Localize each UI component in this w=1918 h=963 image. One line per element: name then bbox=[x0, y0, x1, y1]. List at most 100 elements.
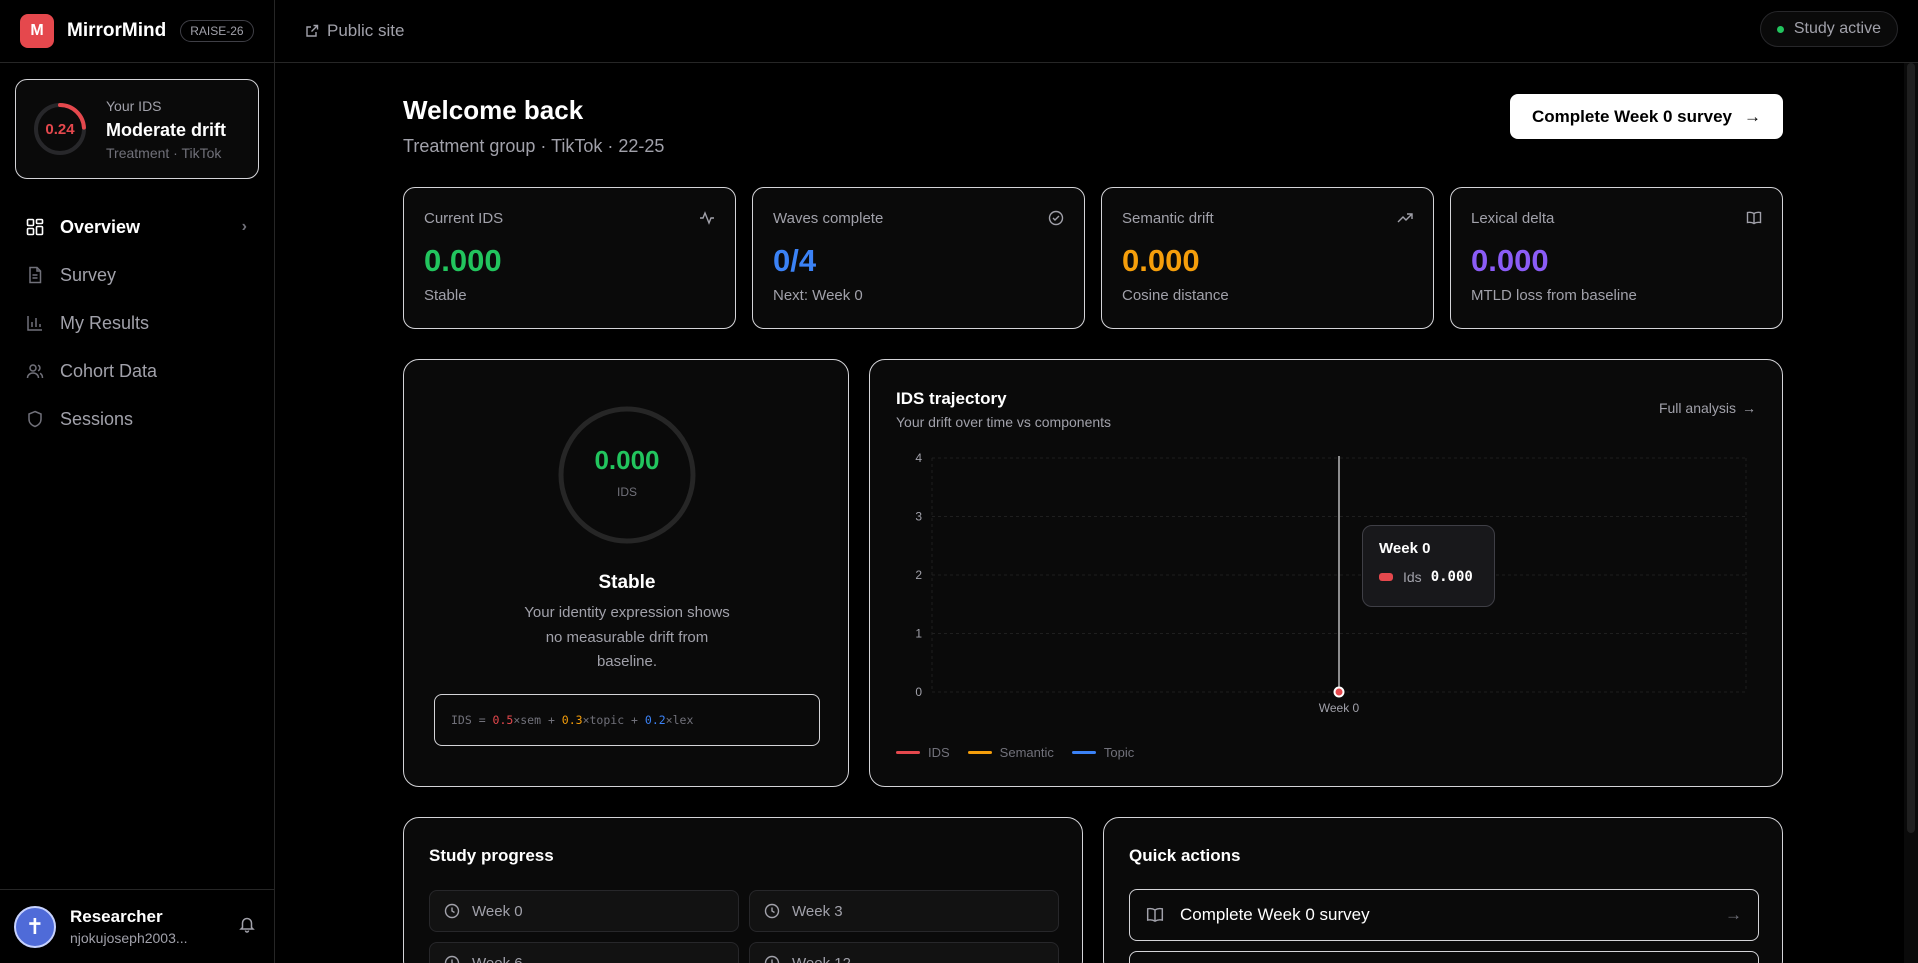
quick-action-complete-survey[interactable]: Complete Week 0 survey → bbox=[1129, 889, 1759, 941]
ids-ring-value: 0.24 bbox=[45, 120, 75, 138]
formula-weight-lex: 0.2 bbox=[644, 713, 666, 727]
ids-summary-card[interactable]: 0.24 Your IDS Moderate drift Treatment ·… bbox=[15, 79, 259, 179]
stat-label: Lexical delta bbox=[1471, 210, 1555, 227]
brand-logo[interactable]: M bbox=[20, 14, 54, 48]
stat-label: Current IDS bbox=[424, 210, 504, 227]
public-site-link[interactable]: Public site bbox=[305, 21, 404, 41]
week-item[interactable]: Week 3 bbox=[749, 890, 1059, 932]
sidebar-item-sessions[interactable]: Sessions bbox=[15, 395, 259, 443]
legend-swatch bbox=[896, 751, 920, 754]
users-icon bbox=[25, 361, 45, 381]
brand-name[interactable]: MirrorMind bbox=[67, 20, 166, 42]
sidebar-item-label: Overview bbox=[60, 216, 141, 237]
clock-icon bbox=[764, 955, 780, 963]
page-title: Welcome back bbox=[403, 95, 584, 125]
stat-value: 0.000 bbox=[1471, 243, 1549, 278]
ids-score-panel: 0.000 IDS Stable Your identity expressio… bbox=[403, 359, 849, 787]
bar-chart-icon bbox=[25, 313, 45, 333]
sidebar-item-label: My Results bbox=[60, 312, 150, 333]
week-item[interactable]: Week 12 bbox=[749, 942, 1059, 963]
y-tick-label: 3 bbox=[915, 510, 922, 524]
x-tick-label: Week 0 bbox=[1319, 701, 1360, 715]
arrow-right-icon: → bbox=[1725, 905, 1742, 924]
quick-actions-panel: Quick actions Complete Week 0 survey → bbox=[1103, 817, 1783, 963]
stat-cards: Current IDS 0.000 Stable Waves complete … bbox=[403, 187, 1783, 329]
data-point bbox=[1333, 686, 1345, 698]
quick-action-item[interactable] bbox=[1129, 951, 1759, 963]
stat-sub: MTLD loss from baseline bbox=[1471, 287, 1637, 304]
week-item[interactable]: Week 0 bbox=[429, 890, 739, 932]
clock-icon bbox=[444, 903, 460, 919]
week-label: Week 3 bbox=[792, 902, 843, 920]
ids-trajectory-panel: 0 1 2 3 4 Week 0 IDS trajectory Your drift ov… bbox=[869, 359, 1783, 787]
study-status-label: Study active bbox=[1793, 20, 1881, 37]
brand: M MirrorMind RAISE-26 bbox=[0, 0, 274, 63]
chart-legend: IDS Semantic Topic bbox=[896, 745, 1134, 760]
complete-survey-button[interactable]: Complete Week 0 survey → bbox=[1510, 94, 1783, 139]
sidebar-item-label: Cohort Data bbox=[60, 360, 158, 381]
stat-card-current-ids: Current IDS 0.000 Stable bbox=[403, 187, 736, 329]
ids-gauge: 0.000 IDS bbox=[558, 406, 696, 544]
sidebar-item-survey[interactable]: Survey bbox=[15, 251, 259, 299]
ids-gauge-label: IDS bbox=[616, 485, 637, 499]
stat-value: 0.000 bbox=[1122, 243, 1200, 278]
bell-icon[interactable] bbox=[238, 915, 256, 938]
week-label: Week 6 bbox=[472, 954, 523, 963]
shield-icon bbox=[25, 409, 45, 429]
legend-item-ids[interactable]: IDS bbox=[896, 745, 950, 760]
legend-item-topic[interactable]: Topic bbox=[1071, 745, 1135, 760]
formula-term-lex: ×lex bbox=[665, 713, 694, 727]
full-analysis-link[interactable]: Full analysis → bbox=[1659, 400, 1756, 416]
sidebar-item-overview[interactable]: Overview › bbox=[15, 203, 259, 251]
formula-weight-sem: 0.5 bbox=[492, 713, 514, 727]
tooltip-title: Week 0 bbox=[1379, 540, 1431, 557]
page-subtitle: Treatment group · TikTok · 22-25 bbox=[403, 136, 665, 156]
stat-sub: Cosine distance bbox=[1122, 287, 1229, 304]
study-code-badge: RAISE-26 bbox=[180, 20, 254, 42]
tooltip-series: Ids bbox=[1403, 569, 1422, 585]
legend-label: Semantic bbox=[999, 745, 1054, 760]
sidebar-item-cohort-data[interactable]: Cohort Data bbox=[15, 347, 259, 395]
arrow-right-icon: → bbox=[1744, 106, 1761, 126]
user-info: Researcher njokujoseph2003... bbox=[70, 907, 218, 946]
formula-term-topic: ×topic + bbox=[582, 713, 645, 727]
sidebar: M MirrorMind RAISE-26 0.24 Your IDS Mode… bbox=[0, 0, 275, 963]
legend-item-semantic[interactable]: Semantic bbox=[967, 745, 1054, 760]
avatar[interactable]: ✝ bbox=[14, 905, 56, 948]
ids-formula: IDS = 0.5 ×sem + 0.3 ×topic + 0.2 ×lex bbox=[434, 694, 820, 746]
stat-value: 0/4 bbox=[773, 243, 817, 278]
ids-card-status: Moderate drift bbox=[106, 119, 227, 140]
y-tick-label: 1 bbox=[915, 627, 922, 641]
book-icon bbox=[1746, 210, 1762, 231]
trajectory-title: IDS trajectory bbox=[896, 389, 1007, 408]
arrow-right-icon: → bbox=[1742, 400, 1756, 416]
ids-card-text: Your IDS Moderate drift Treatment · TikT… bbox=[106, 98, 226, 161]
top-bar: Public site Study active bbox=[275, 0, 1918, 63]
ids-status-description: Your identity expression shows no measur… bbox=[524, 604, 730, 670]
formula-term-sem: ×sem + bbox=[513, 713, 562, 727]
week-item[interactable]: Week 6 bbox=[429, 942, 739, 963]
tooltip-row: Ids 0.000 bbox=[1379, 569, 1478, 585]
stat-label: Waves complete bbox=[773, 210, 884, 227]
week-list: Week 0 Week 3 Week 6 Week 12 bbox=[429, 890, 1059, 963]
sidebar-item-my-results[interactable]: My Results bbox=[15, 299, 259, 347]
ids-gauge-value: 0.000 bbox=[594, 445, 660, 475]
week-label: Week 12 bbox=[792, 954, 851, 963]
scrollbar-thumb[interactable] bbox=[1907, 63, 1915, 833]
stat-card-semantic-drift: Semantic drift 0.000 Cosine distance bbox=[1101, 187, 1434, 329]
stat-sub: Next: Week 0 bbox=[773, 287, 863, 304]
legend-label: Topic bbox=[1103, 745, 1135, 760]
y-tick-label: 4 bbox=[915, 451, 922, 465]
tooltip-swatch bbox=[1379, 573, 1393, 581]
scrollbar[interactable] bbox=[1904, 63, 1918, 963]
formula-prefix: IDS = bbox=[451, 713, 493, 727]
trending-up-icon bbox=[1397, 210, 1413, 231]
sidebar-item-label: Survey bbox=[60, 264, 117, 285]
clock-icon bbox=[444, 955, 460, 963]
user-profile[interactable]: ✝ Researcher njokujoseph2003... bbox=[0, 889, 275, 963]
quick-actions-title: Quick actions bbox=[1129, 846, 1241, 865]
sidebar-item-label: Sessions bbox=[60, 408, 134, 429]
external-link-icon bbox=[305, 24, 319, 38]
check-circle-icon bbox=[1048, 210, 1064, 231]
stat-card-waves-complete: Waves complete 0/4 Next: Week 0 bbox=[752, 187, 1085, 329]
